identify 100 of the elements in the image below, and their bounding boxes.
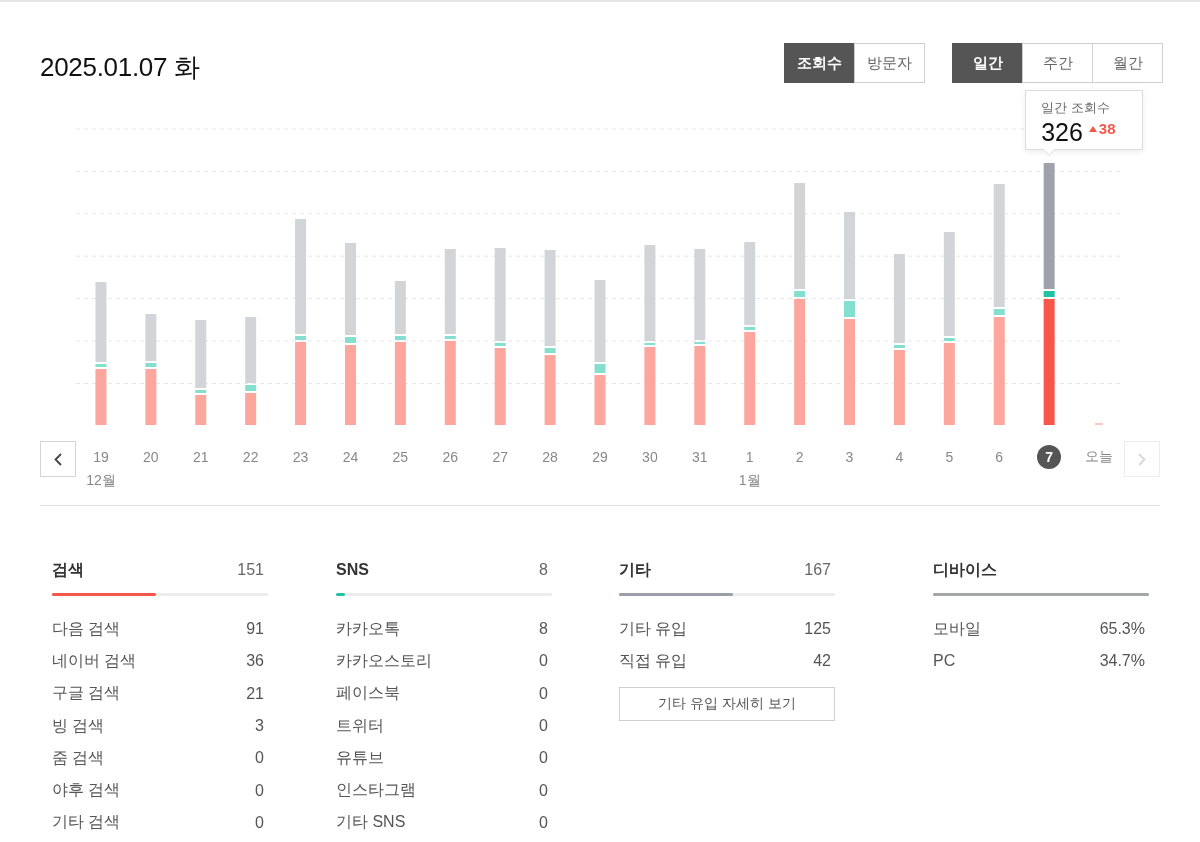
month-label: 1월: [738, 472, 761, 490]
stacked-bar[interactable]: [993, 184, 1005, 425]
section-title: SNS: [336, 561, 369, 579]
row-value: 0: [539, 813, 548, 832]
section-total: 151: [237, 561, 264, 579]
row-label: 트위터: [336, 715, 384, 736]
today-marker[interactable]: [1095, 423, 1104, 425]
tab[interactable]: 월간: [1092, 43, 1163, 83]
row-value: 21: [246, 684, 264, 703]
tab[interactable]: 조회수: [784, 43, 855, 83]
stacked-bar[interactable]: [744, 242, 756, 425]
row-label: PC: [933, 652, 956, 671]
section-title: 기타: [619, 559, 651, 580]
row-label: 기타 유입: [619, 618, 688, 639]
row-value: 65.3%: [1099, 620, 1145, 639]
row-label: 기타 검색: [52, 812, 121, 833]
section-total: 8: [539, 561, 548, 579]
row-label: 카카오톡: [336, 618, 400, 639]
stacked-bar[interactable]: [95, 282, 107, 425]
row-value: 42: [813, 652, 831, 671]
row-value: 91: [246, 620, 264, 639]
stacked-bar[interactable]: [943, 232, 955, 425]
stacked-bar[interactable]: [245, 317, 257, 425]
day-label[interactable]: 5: [937, 445, 962, 469]
tab[interactable]: 일간: [952, 43, 1023, 83]
row-value: 0: [255, 749, 264, 768]
stacked-bar[interactable]: [394, 281, 406, 425]
day-label[interactable]: 1: [737, 445, 762, 469]
stacked-bar[interactable]: [544, 250, 556, 425]
stacked-bar[interactable]: [594, 280, 606, 425]
day-label[interactable]: 27: [488, 445, 513, 469]
day-label[interactable]: 21: [188, 445, 213, 469]
row-value: 8: [539, 620, 548, 639]
row-label: 야후 검색: [52, 780, 121, 801]
stacked-bar[interactable]: [644, 245, 656, 425]
stacked-bar[interactable]: [145, 314, 157, 425]
section-title: 검색: [52, 559, 84, 580]
day-label[interactable]: 20: [138, 445, 163, 469]
day-label[interactable]: 오늘: [1083, 445, 1116, 469]
day-label[interactable]: 24: [338, 445, 363, 469]
row-value: 3: [255, 717, 264, 736]
row-value: 36: [246, 652, 264, 671]
stacked-bar[interactable]: [794, 183, 806, 425]
day-label[interactable]: 2: [787, 445, 812, 469]
date-title: 2025.01.07 화: [40, 50, 200, 84]
row-value: 0: [539, 749, 548, 768]
row-label: 빙 검색: [52, 715, 105, 736]
row-value: 0: [539, 781, 548, 800]
day-label[interactable]: 4: [887, 445, 912, 469]
row-value: 0: [255, 781, 264, 800]
row-label: 카카오스토리: [336, 650, 432, 671]
chevron-left-icon: [54, 452, 62, 466]
row-label: 줌 검색: [52, 747, 105, 768]
day-label[interactable]: 29: [588, 445, 612, 469]
row-value: 125: [804, 620, 831, 639]
change-value: 38: [1098, 120, 1116, 137]
day-label[interactable]: 23: [288, 445, 313, 469]
chevron-right-icon: [1138, 452, 1146, 466]
tooltip-value: 326: [1041, 118, 1083, 146]
day-label[interactable]: 6: [987, 445, 1012, 469]
month-label: 12월: [86, 472, 116, 490]
stacked-bar[interactable]: [345, 243, 356, 425]
row-label: 유튜브: [336, 747, 384, 768]
day-label[interactable]: 31: [687, 445, 712, 469]
section-title: 디바이스: [933, 559, 997, 580]
stacked-bar[interactable]: [195, 320, 207, 425]
stacked-bar[interactable]: [844, 212, 855, 425]
row-label: 기타 SNS: [336, 812, 406, 833]
day-label[interactable]: 22: [238, 445, 263, 469]
previous-button[interactable]: [40, 441, 76, 477]
stacked-bar[interactable]: [1043, 163, 1055, 425]
row-label: 인스타그램: [336, 780, 416, 801]
day-label[interactable]: 25: [388, 445, 413, 469]
tab[interactable]: 주간: [1022, 43, 1093, 83]
tooltip-title: 일간 조회수: [1041, 99, 1110, 117]
tab[interactable]: 방문자: [854, 43, 925, 83]
day-label[interactable]: 19: [88, 445, 113, 469]
row-label: 구글 검색: [52, 683, 121, 704]
day-label[interactable]: 3: [837, 445, 862, 469]
row-label: 다음 검색: [52, 618, 121, 639]
row-value: 0: [255, 813, 264, 832]
day-label[interactable]: 7: [1037, 445, 1062, 469]
row-label: 모바일: [933, 618, 981, 639]
row-value: 34.7%: [1099, 652, 1145, 671]
row-label: 네이버 검색: [52, 650, 137, 671]
section-total: 167: [804, 561, 831, 579]
stacked-bar[interactable]: [295, 219, 307, 425]
day-label[interactable]: 30: [637, 445, 662, 469]
stacked-bar[interactable]: [893, 254, 905, 425]
row-label: 직접 유입: [619, 650, 688, 671]
details-button[interactable]: 기타 유입 자세히 보기: [619, 686, 835, 721]
stacked-bar[interactable]: [494, 248, 506, 425]
stacked-bar[interactable]: [444, 249, 456, 425]
row-value: 0: [539, 684, 548, 703]
row-value: 0: [539, 717, 548, 736]
stacked-bar[interactable]: [694, 249, 706, 425]
day-label[interactable]: 26: [438, 445, 463, 469]
day-label[interactable]: 28: [538, 445, 563, 469]
row-value: 0: [539, 652, 548, 671]
row-label: 페이스북: [336, 683, 400, 704]
